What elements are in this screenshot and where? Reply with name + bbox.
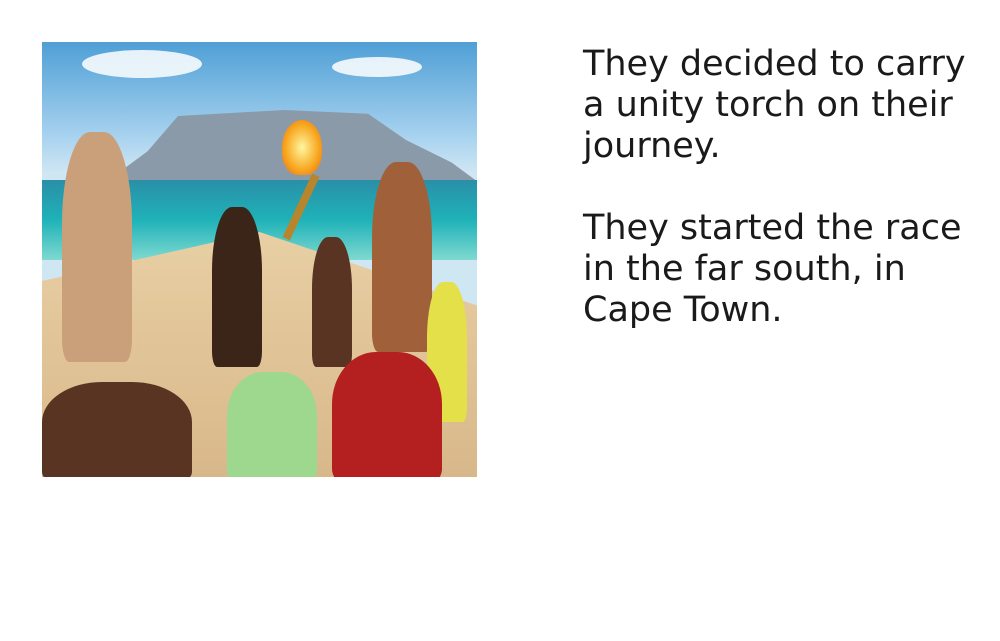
paragraph: They started the race in the far south, … xyxy=(583,208,962,330)
person xyxy=(62,132,132,362)
torch-flame xyxy=(282,120,322,175)
story-illustration xyxy=(42,42,477,477)
cloud xyxy=(82,50,202,78)
story-text: They decided to carry a unity torch on t… xyxy=(583,44,983,372)
person xyxy=(227,372,317,477)
person xyxy=(42,382,192,477)
person xyxy=(212,207,262,367)
person xyxy=(312,237,352,367)
person xyxy=(372,162,432,352)
cloud xyxy=(332,57,422,77)
person xyxy=(332,352,442,477)
paragraph: They decided to carry a unity torch on t… xyxy=(583,44,966,166)
